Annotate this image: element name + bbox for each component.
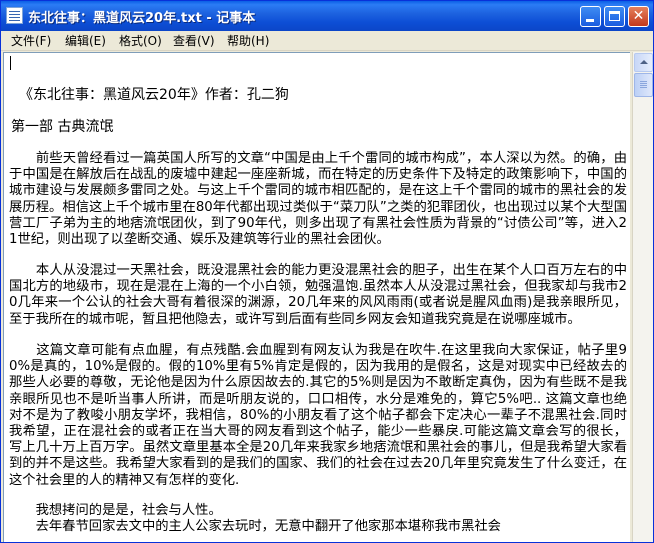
section-heading: 第一部 古典流氓 — [11, 119, 114, 135]
paragraph: 去年春节回家去文中的主人公家去玩时，无意中翻开了他家那本堪称我市黑社会 — [9, 519, 501, 534]
paragraph: 这篇文章可能有点血腥，有点残酷.会血腥到有网友认为我是在吹牛.在这里我向大家保证… — [9, 343, 627, 488]
close-icon: ✕ — [632, 8, 645, 24]
notepad-icon — [6, 7, 23, 24]
close-button[interactable]: ✕ — [628, 6, 649, 27]
maximize-icon — [609, 11, 620, 21]
scroll-up-button[interactable] — [634, 53, 653, 72]
arrow-up-icon — [640, 60, 648, 64]
menu-file[interactable]: 文件(F) — [9, 33, 53, 49]
menu-bar: 文件(F) 编辑(E) 格式(O) 查看(V) 帮助(H) — [1, 31, 653, 51]
menu-view[interactable]: 查看(V) — [171, 33, 217, 49]
vertical-scrollbar[interactable] — [632, 52, 653, 542]
text-editor-area[interactable]: 《东北往事：黑道风云20年》作者：孔二狗 第一部 古典流氓 前些天曾经看过一篇英… — [3, 52, 630, 542]
paragraph: 本人从没混过一天黑社会，既没混黑社会的能力更没混黑社会的胆子，出生在某个人口百万… — [9, 263, 627, 327]
document-title-line: 《东北往事：黑道风云20年》作者：孔二狗 — [19, 87, 289, 103]
menu-format[interactable]: 格式(O) — [117, 33, 164, 49]
paragraph: 前些天曾经看过一篇英国人所写的文章“中国是由上千个雷同的城市构成”，本人深以为然… — [9, 151, 627, 248]
menu-help[interactable]: 帮助(H) — [225, 33, 271, 49]
scroll-thumb[interactable] — [634, 73, 653, 97]
paragraph: 我想拷问的是是，社会与人性。 — [9, 503, 222, 518]
minimize-icon — [586, 19, 594, 22]
minimize-button[interactable] — [580, 6, 601, 27]
notepad-window: 东北往事：黑道风云20年.txt - 记事本 ✕ 文件(F) 编辑(E) 格式(… — [0, 0, 654, 543]
menu-edit[interactable]: 编辑(E) — [63, 33, 108, 49]
window-title: 东北往事：黑道风云20年.txt - 记事本 — [28, 11, 256, 26]
text-caret — [10, 56, 11, 70]
maximize-button[interactable] — [604, 6, 625, 27]
title-bar[interactable]: 东北往事：黑道风云20年.txt - 记事本 ✕ — [1, 1, 653, 31]
